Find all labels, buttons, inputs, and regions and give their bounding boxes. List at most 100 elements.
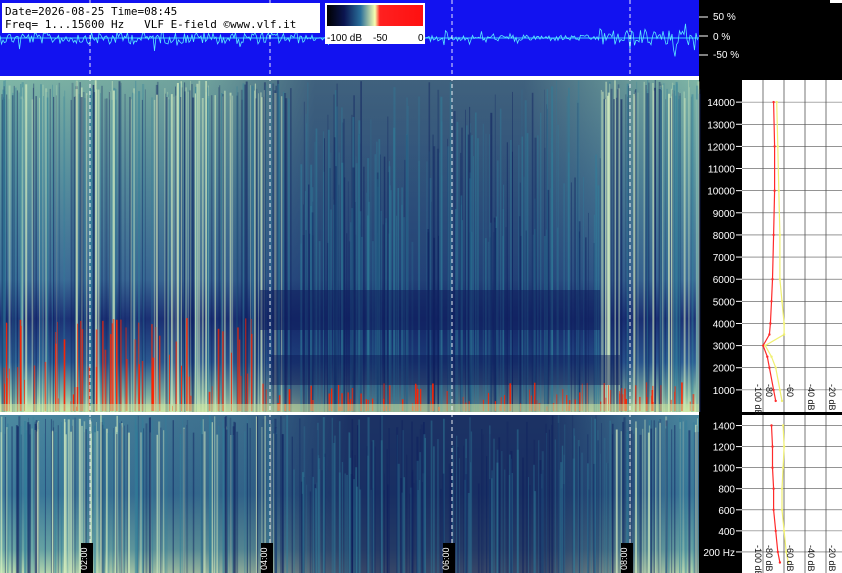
spectrogram-streak xyxy=(52,430,54,573)
colorbar-gradient xyxy=(327,5,423,26)
spectrogram-low-band xyxy=(0,415,699,573)
spectrogram-streak xyxy=(229,95,231,412)
spectrogram-streak xyxy=(145,423,148,573)
spectrogram-streak xyxy=(261,97,263,412)
spectrogram-streak xyxy=(402,430,404,573)
spectrogram-streak xyxy=(600,453,601,573)
max-spectrum-point xyxy=(782,529,786,533)
spectrogram-streak xyxy=(65,434,67,573)
spectrogram-streak xyxy=(457,447,459,573)
spectrogram-streak xyxy=(642,428,644,573)
spectrogram-streak xyxy=(293,469,295,573)
max-spectrum-point xyxy=(774,366,777,369)
spectrogram-streak xyxy=(309,491,312,573)
db-tick-label: -100 dB xyxy=(753,384,763,416)
spectrogram-peak xyxy=(239,339,241,411)
spectrogram-streak xyxy=(652,82,654,413)
db-tick-label: -60 dB xyxy=(785,545,795,572)
freq-tick-label: 600 xyxy=(718,506,735,517)
spectrogram-streak xyxy=(665,99,667,412)
spectrogram-streak xyxy=(141,417,144,573)
avg-spectrum-point xyxy=(771,278,774,281)
spectrogram-streak xyxy=(344,473,347,573)
spectrogram-streak xyxy=(53,427,55,573)
max-spectrum-point xyxy=(778,278,782,281)
spectrogram-streak xyxy=(157,433,159,573)
spectrogram-streak xyxy=(63,418,66,573)
max-spectrum-point xyxy=(782,322,786,325)
spectrogram-streak xyxy=(130,99,132,412)
spectrogram-streak xyxy=(74,99,76,412)
spectrogram-streak xyxy=(137,415,139,573)
spectrogram-streak xyxy=(486,456,488,573)
spectrogram-streak xyxy=(384,473,385,573)
spectrogram-streak xyxy=(186,424,188,573)
spectrogram-streak xyxy=(416,460,419,573)
spectrogram-streak xyxy=(411,421,413,573)
spectrogram-streak xyxy=(506,421,509,573)
spectrogram-streak xyxy=(353,479,355,573)
spectrogram-streak xyxy=(420,424,423,573)
spectrogram-streak xyxy=(67,415,69,573)
spectrogram-peak xyxy=(217,328,220,411)
spectrogram-streak xyxy=(632,433,635,573)
spectrogram-streak xyxy=(526,421,528,573)
spectrogram-streak xyxy=(11,426,13,573)
spectrogram-streak xyxy=(533,464,535,573)
spectrogram-peak xyxy=(169,354,170,411)
max-spectrum-point xyxy=(775,100,778,104)
spectrogram-streak xyxy=(16,90,18,413)
spectrogram-peak xyxy=(19,319,22,411)
spectrogram-streak xyxy=(648,82,650,412)
spectrogram-streak xyxy=(116,434,118,573)
spectrogram-streak xyxy=(90,89,92,412)
spectrogram-peak xyxy=(120,319,122,411)
spectrogram-streak xyxy=(406,454,408,573)
spectrogram-streak xyxy=(94,425,96,573)
spectrogram-peak xyxy=(126,359,128,411)
spectrogram-streak xyxy=(635,421,637,573)
spectrogram-streak xyxy=(387,485,389,573)
header-date-time: Date=2026-08-25 Time=08:45 xyxy=(5,5,177,18)
spectrogram-peak xyxy=(116,319,118,411)
spectrogram-streak xyxy=(498,437,501,573)
spectrogram-streak xyxy=(691,94,694,413)
db-tick-label: -60 xyxy=(785,384,795,397)
spectrogram-streak xyxy=(367,455,369,573)
spectrogram-streak xyxy=(409,493,411,573)
spectrogram-streak xyxy=(625,94,627,413)
spectrogram-streak xyxy=(280,416,282,573)
spectrogram-streak xyxy=(244,431,246,573)
spectrogram-streak xyxy=(669,97,671,413)
spectrogram-streak xyxy=(306,484,308,573)
spectrogram-streak xyxy=(463,445,465,573)
spectrogram-peak xyxy=(250,318,252,411)
avg-spectrum-point xyxy=(768,366,771,369)
spectrogram-streak xyxy=(508,475,511,573)
avg-spectrum-panel-bottom: 200 Hz 400 600 800 1000 1200 1400 -100 dB -80 d… xyxy=(703,415,842,573)
spectrogram-streak xyxy=(107,432,110,573)
spectrogram-streak xyxy=(214,416,216,573)
spectrogram-streak xyxy=(516,449,519,573)
spectrogram-streak xyxy=(458,458,460,573)
freq-tick-label: 2000 xyxy=(713,364,736,375)
spectrogram-streak xyxy=(366,446,368,573)
spectrogram-streak xyxy=(510,450,513,573)
spectrogram-streak xyxy=(132,92,134,412)
spectrogram-streak xyxy=(52,84,53,412)
spectrogram-streak xyxy=(545,423,547,573)
spectrogram-streak xyxy=(3,91,6,412)
max-spectrum-point xyxy=(781,424,785,427)
spectrogram-streak xyxy=(160,427,162,573)
spectrogram-streak xyxy=(581,452,584,573)
spectrogram-peak xyxy=(63,339,66,411)
spectrogram-streak xyxy=(119,422,121,573)
spectrogram-streak xyxy=(615,429,618,573)
spectrogram-streak xyxy=(683,91,685,412)
freq-tick-label: 12000 xyxy=(707,142,735,153)
spectrogram-streak xyxy=(437,439,439,573)
spectrogram-streak xyxy=(560,462,563,573)
waveform-tick-0: 0 % xyxy=(713,32,730,43)
spectrogram-streak xyxy=(628,85,629,412)
spectrogram-streak xyxy=(32,87,34,413)
